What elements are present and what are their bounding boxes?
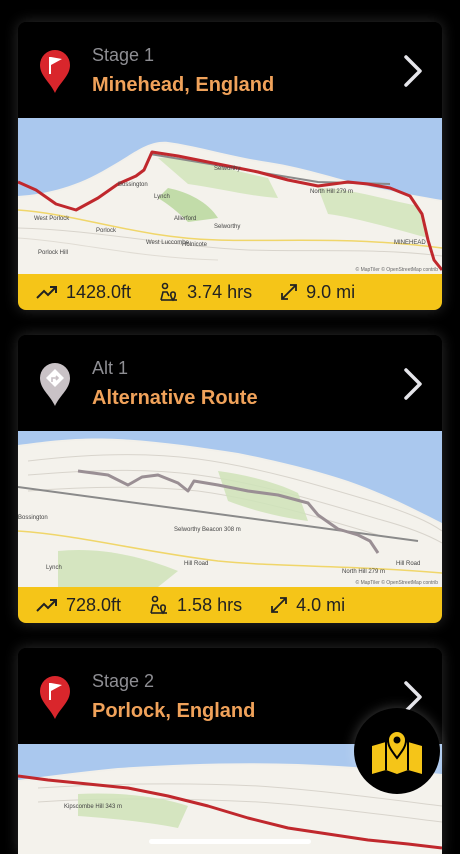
map-label: Holnicote bbox=[182, 242, 208, 248]
duration-value: 3.74 hrs bbox=[187, 281, 253, 302]
stage-card[interactable]: Alt 1 Alternative Route Bossington Selwo… bbox=[18, 335, 442, 623]
stats-bar: 1428.0ft 3.74 hrs 9.0 mi bbox=[18, 274, 442, 310]
map-label: MINEHEAD bbox=[394, 240, 426, 246]
chevron-right-icon[interactable] bbox=[402, 367, 424, 401]
red-flag-pin-icon bbox=[40, 50, 70, 93]
alt-route-pin-icon bbox=[40, 363, 70, 406]
map-label: Hill Road bbox=[184, 561, 208, 567]
map-attribution: © MapTiler © OpenStreetMap contrib bbox=[355, 580, 439, 586]
map-label: Allerford bbox=[174, 216, 196, 222]
elevation-value: 1428.0ft bbox=[66, 281, 132, 302]
chevron-right-icon[interactable] bbox=[402, 54, 424, 88]
distance-value: 9.0 mi bbox=[306, 281, 356, 302]
expand-diagonal-icon bbox=[271, 597, 287, 613]
card-header[interactable]: Alt 1 Alternative Route bbox=[18, 335, 442, 431]
distance-stat: 9.0 mi bbox=[280, 282, 355, 303]
map-label: Porlock Hill bbox=[38, 250, 68, 256]
stage-card[interactable]: Stage 1 Minehead, England Bossington Sel… bbox=[18, 22, 442, 310]
map-label: Bossington bbox=[118, 182, 148, 188]
map-label: Porlock bbox=[96, 228, 117, 234]
trending-up-icon bbox=[36, 286, 57, 299]
map-label: Lynch bbox=[154, 194, 170, 200]
distance-stat: 4.0 mi bbox=[270, 595, 345, 616]
map-label: Selworthy bbox=[214, 224, 240, 230]
map-graphic: Bossington Selworthy Beacon 308 m Lynch … bbox=[18, 431, 442, 587]
route-map[interactable]: Bossington Selworthy Lynch Allerford Por… bbox=[18, 118, 442, 274]
hiker-route-icon bbox=[160, 282, 178, 302]
map-label: Selworthy Beacon 308 m bbox=[174, 527, 241, 533]
red-flag-pin-icon bbox=[40, 676, 70, 719]
map-label: North Hill 279 m bbox=[310, 189, 353, 195]
stage-kicker: Stage 2 bbox=[92, 671, 155, 691]
map-label: West Porlock bbox=[34, 216, 70, 222]
stage-kicker: Stage 1 bbox=[92, 45, 155, 65]
map-label: North Hill 279 m bbox=[342, 569, 385, 575]
elevation-stat: 728.0ft bbox=[36, 595, 121, 616]
stage-title: Alternative Route bbox=[92, 387, 258, 409]
hiker-route-icon bbox=[150, 595, 168, 615]
stats-bar: 728.0ft 1.58 hrs 4.0 mi bbox=[18, 587, 442, 623]
map-label: Hill Road bbox=[396, 561, 420, 567]
map-label: Kipscombe Hill 343 m bbox=[64, 804, 122, 810]
trending-up-icon bbox=[36, 599, 57, 612]
stage-kicker: Alt 1 bbox=[92, 358, 129, 378]
map-label: Lynch bbox=[46, 565, 62, 571]
distance-value: 4.0 mi bbox=[296, 594, 346, 615]
map-label: Bossington bbox=[18, 515, 48, 521]
map-label: Selworthy bbox=[214, 166, 240, 172]
map-view-button[interactable] bbox=[354, 708, 440, 794]
card-header[interactable]: Stage 1 Minehead, England bbox=[18, 22, 442, 118]
expand-diagonal-icon bbox=[281, 284, 298, 300]
route-map[interactable]: Bossington Selworthy Beacon 308 m Lynch … bbox=[18, 431, 442, 587]
elevation-stat: 1428.0ft bbox=[36, 282, 131, 303]
map-graphic: Bossington Selworthy Lynch Allerford Por… bbox=[18, 118, 442, 274]
map-pin-icon bbox=[372, 730, 422, 774]
stage-title: Minehead, England bbox=[92, 74, 275, 96]
elevation-value: 728.0ft bbox=[66, 594, 122, 615]
duration-value: 1.58 hrs bbox=[177, 594, 243, 615]
duration-stat: 3.74 hrs bbox=[159, 282, 252, 303]
map-attribution: © MapTiler © OpenStreetMap contrib bbox=[355, 267, 439, 273]
duration-stat: 1.58 hrs bbox=[149, 595, 242, 616]
stage-title: Porlock, England bbox=[92, 700, 256, 722]
home-indicator[interactable] bbox=[149, 839, 311, 844]
